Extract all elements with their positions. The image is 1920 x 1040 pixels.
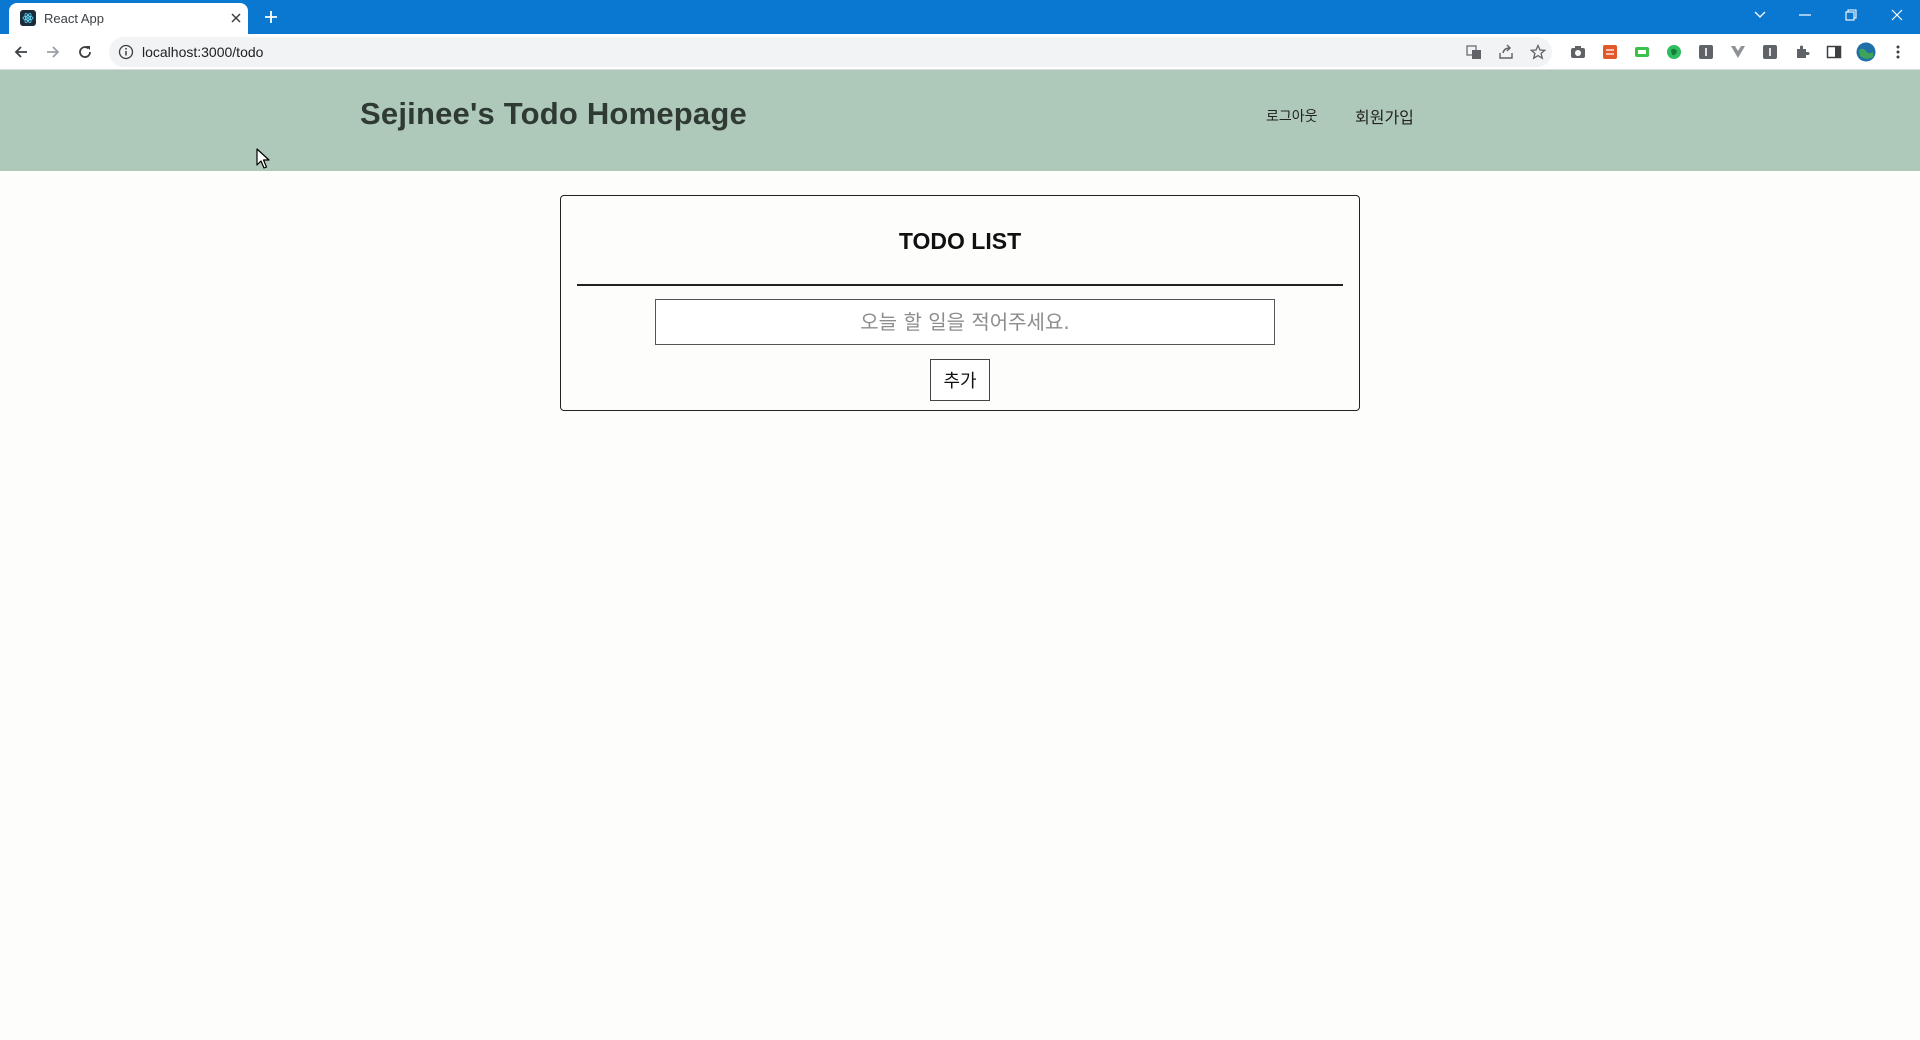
tab-search-chevron-down-icon[interactable] [1745,3,1775,27]
site-title[interactable]: Sejinee's Todo Homepage [360,96,747,132]
more-menu-icon[interactable] [1888,40,1908,64]
logout-link[interactable]: 로그아웃 [1266,106,1318,126]
translate-icon[interactable] [1465,43,1483,61]
close-window-icon[interactable] [1882,3,1912,27]
browser-toolbar: localhost:3000/todo [0,34,1920,70]
address-bar[interactable]: localhost:3000/todo [109,37,1552,67]
forward-arrow-icon[interactable] [41,40,65,64]
todo-input[interactable] [655,299,1275,345]
site-info-icon[interactable] [118,44,134,60]
url-text[interactable]: localhost:3000/todo [142,44,263,60]
camera-extension-icon[interactable] [1568,40,1588,64]
share-icon[interactable] [1497,43,1515,61]
back-arrow-icon[interactable] [9,40,33,64]
add-todo-button[interactable]: 추가 [930,359,990,401]
restore-icon[interactable] [1836,3,1866,27]
profile-avatar-icon[interactable] [1856,40,1876,64]
react-favicon-icon [20,10,36,26]
dark-extension-icon[interactable] [1696,40,1716,64]
evernote-extension-icon[interactable] [1664,40,1684,64]
minimize-icon[interactable] [1790,3,1820,27]
extensions-puzzle-icon[interactable] [1792,40,1812,64]
vue-devtools-extension-icon[interactable] [1728,40,1748,64]
orange-extension-icon[interactable] [1600,40,1620,64]
info-extension-icon[interactable] [1760,40,1780,64]
todo-list-title: TODO LIST [898,228,1022,254]
side-panel-icon[interactable] [1824,40,1844,64]
browser-tab[interactable]: React App [9,3,248,34]
tab-title: React App [44,11,104,26]
tab-close-icon[interactable] [227,9,245,27]
green-extension-icon[interactable] [1632,40,1652,64]
card-divider [577,284,1343,286]
signup-link[interactable]: 회원가입 [1355,104,1414,128]
mouse-cursor-icon [256,148,272,170]
reload-icon[interactable] [73,40,97,64]
bookmark-star-icon[interactable] [1529,43,1547,61]
site-header: Sejinee's Todo Homepage 로그아웃 회원가입 [0,70,1920,171]
todo-card: TODO LIST 추가 [560,195,1360,411]
new-tab-icon[interactable] [261,7,281,27]
browser-tab-strip: React App [0,0,1920,34]
